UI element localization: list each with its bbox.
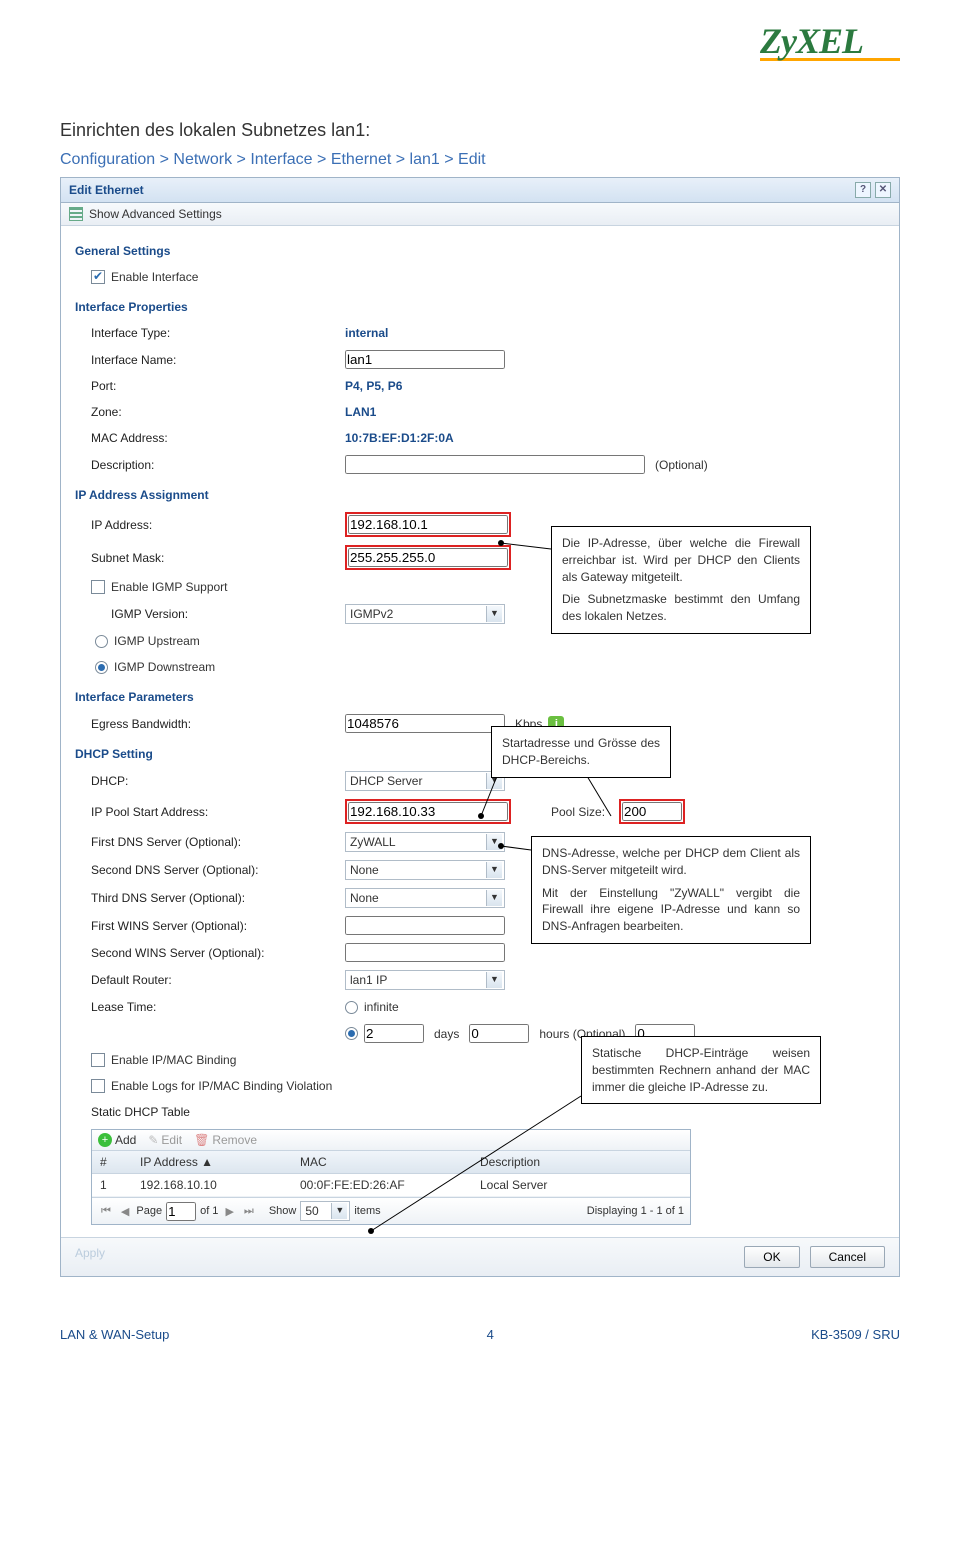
- page-footer: LAN & WAN-Setup 4 KB-3509 / SRU: [60, 1327, 900, 1342]
- lbl-iface-type: Interface Type:: [75, 326, 345, 340]
- val-iface-type: internal: [345, 326, 388, 340]
- input-wins1[interactable]: [345, 916, 505, 935]
- lbl-wins1: First WINS Server (Optional):: [75, 919, 345, 933]
- input-ip[interactable]: [348, 515, 508, 534]
- remove-button[interactable]: 🗑Remove: [194, 1133, 257, 1147]
- radio-lease-custom[interactable]: [345, 1027, 358, 1040]
- lbl-ip: IP Address:: [75, 518, 345, 532]
- edit-ethernet-window: Edit Ethernet ? ✕ Show Advanced Settings…: [60, 177, 900, 1277]
- close-icon[interactable]: ✕: [875, 182, 891, 198]
- chevron-down-icon: ▼: [331, 1203, 347, 1219]
- pencil-icon: ✎: [148, 1133, 158, 1147]
- section-dhcp: DHCP Setting: [75, 747, 885, 761]
- input-iface-name[interactable]: [345, 350, 505, 369]
- radio-lease-infinite[interactable]: [345, 1001, 358, 1014]
- toolbar: Show Advanced Settings: [61, 203, 899, 226]
- input-poolsize[interactable]: [622, 802, 682, 821]
- section-interface-properties: Interface Properties: [75, 300, 885, 314]
- lbl-dhcp: DHCP:: [75, 774, 345, 788]
- next-page-icon[interactable]: ▶: [222, 1205, 236, 1218]
- lbl-igmp-down: IGMP Downstream: [114, 660, 215, 674]
- callout-static: Statische DHCP-Einträge weisen bestimmte…: [581, 1036, 821, 1104]
- chevron-down-icon: ▼: [486, 972, 502, 988]
- displaying-text: Displaying 1 - 1 of 1: [587, 1205, 684, 1217]
- ok-button[interactable]: OK: [744, 1246, 799, 1268]
- lbl-pool: IP Pool Start Address:: [75, 805, 345, 819]
- lbl-static-table: Static DHCP Table: [75, 1105, 345, 1119]
- help-icon[interactable]: ?: [855, 182, 871, 198]
- lbl-dns1: First DNS Server (Optional):: [75, 835, 345, 849]
- section-ip-assignment: IP Address Assignment: [75, 488, 885, 502]
- lbl-mac: MAC Address:: [75, 431, 345, 445]
- lbl-port: Port:: [75, 379, 345, 393]
- lbl-iface-name: Interface Name:: [75, 353, 345, 367]
- igmp-checkbox[interactable]: [91, 580, 105, 594]
- chevron-down-icon: ▼: [486, 890, 502, 906]
- lbl-egress: Egress Bandwidth:: [75, 717, 345, 731]
- lbl-mask: Subnet Mask:: [75, 551, 345, 565]
- trash-icon: 🗑: [194, 1133, 209, 1147]
- apply-button: Apply: [75, 1246, 105, 1268]
- val-mac: 10:7B:EF:D1:2F:0A: [345, 431, 454, 445]
- col-num[interactable]: #: [92, 1151, 132, 1173]
- callout-ip: Die IP-Adresse, über welche die Firewall…: [551, 526, 811, 634]
- add-button[interactable]: +Add: [98, 1133, 136, 1147]
- lbl-igmp-up: IGMP Upstream: [114, 634, 200, 648]
- lbl-igmp-ver: IGMP Version:: [75, 607, 345, 621]
- lbl-defrouter: Default Router:: [75, 973, 345, 987]
- col-ip[interactable]: IP Address ▲: [132, 1151, 292, 1173]
- callout-pool: Startadresse und Grösse des DHCP-Bereich…: [491, 726, 671, 778]
- section-interface-params: Interface Parameters: [75, 690, 885, 704]
- lbl-infinite: infinite: [364, 1000, 399, 1014]
- input-lease-days[interactable]: [364, 1024, 424, 1043]
- select-igmp-ver[interactable]: IGMPv2▼: [345, 604, 505, 624]
- enable-interface-checkbox[interactable]: [91, 270, 105, 284]
- brand-logo: ZyXEL: [760, 20, 900, 61]
- val-zone: LAN1: [345, 405, 376, 419]
- val-port: P4, P5, P6: [345, 379, 402, 393]
- lbl-lease: Lease Time:: [75, 1000, 345, 1014]
- select-defrouter[interactable]: lan1 IP▼: [345, 970, 505, 990]
- lbl-ipmac: Enable IP/MAC Binding: [111, 1053, 236, 1067]
- page-input[interactable]: [166, 1202, 196, 1221]
- grid-icon: [69, 207, 83, 221]
- input-wins2[interactable]: [345, 943, 505, 962]
- show-advanced-link[interactable]: Show Advanced Settings: [89, 207, 222, 221]
- cancel-button[interactable]: Cancel: [810, 1246, 885, 1268]
- lbl-dns2: Second DNS Server (Optional):: [75, 863, 345, 877]
- callout-dns: DNS-Adresse, welche per DHCP dem Client …: [531, 836, 811, 944]
- lbl-zone: Zone:: [75, 405, 345, 419]
- edit-button[interactable]: ✎Edit: [148, 1133, 182, 1147]
- lbl-wins2: Second WINS Server (Optional):: [75, 946, 345, 960]
- optional-text: (Optional): [655, 458, 708, 472]
- lbl-dns3: Third DNS Server (Optional):: [75, 891, 345, 905]
- plus-icon: +: [98, 1133, 112, 1147]
- cb-ipmac[interactable]: [91, 1053, 105, 1067]
- lbl-desc: Description:: [75, 458, 345, 472]
- input-egress[interactable]: [345, 714, 505, 733]
- lbl-igmp: Enable IGMP Support: [111, 580, 228, 594]
- select-dns1[interactable]: ZyWALL▼: [345, 832, 505, 852]
- input-desc[interactable]: [345, 455, 645, 474]
- chevron-down-icon: ▼: [486, 606, 502, 622]
- select-pagesize[interactable]: 50▼: [300, 1201, 350, 1221]
- enable-interface-label: Enable Interface: [111, 270, 198, 284]
- last-page-icon[interactable]: ⏭: [241, 1205, 257, 1218]
- lbl-days: days: [434, 1027, 459, 1041]
- first-page-icon[interactable]: ⏮: [98, 1205, 114, 1218]
- prev-page-icon[interactable]: ◀: [118, 1205, 132, 1218]
- doc-heading: Einrichten des lokalen Subnetzes lan1:: [60, 120, 900, 141]
- select-dns3[interactable]: None▼: [345, 888, 505, 908]
- lbl-ipmac-log: Enable Logs for IP/MAC Binding Violation: [111, 1079, 332, 1093]
- window-title: Edit Ethernet: [69, 183, 144, 197]
- input-lease-hours[interactable]: [469, 1024, 529, 1043]
- radio-igmp-up[interactable]: [95, 635, 108, 648]
- chevron-down-icon: ▼: [486, 862, 502, 878]
- input-mask[interactable]: [348, 548, 508, 567]
- section-general: General Settings: [75, 244, 885, 258]
- breadcrumb: Configuration > Network > Interface > Et…: [60, 151, 900, 169]
- cb-ipmac-log[interactable]: [91, 1079, 105, 1093]
- select-dns2[interactable]: None▼: [345, 860, 505, 880]
- radio-igmp-down[interactable]: [95, 661, 108, 674]
